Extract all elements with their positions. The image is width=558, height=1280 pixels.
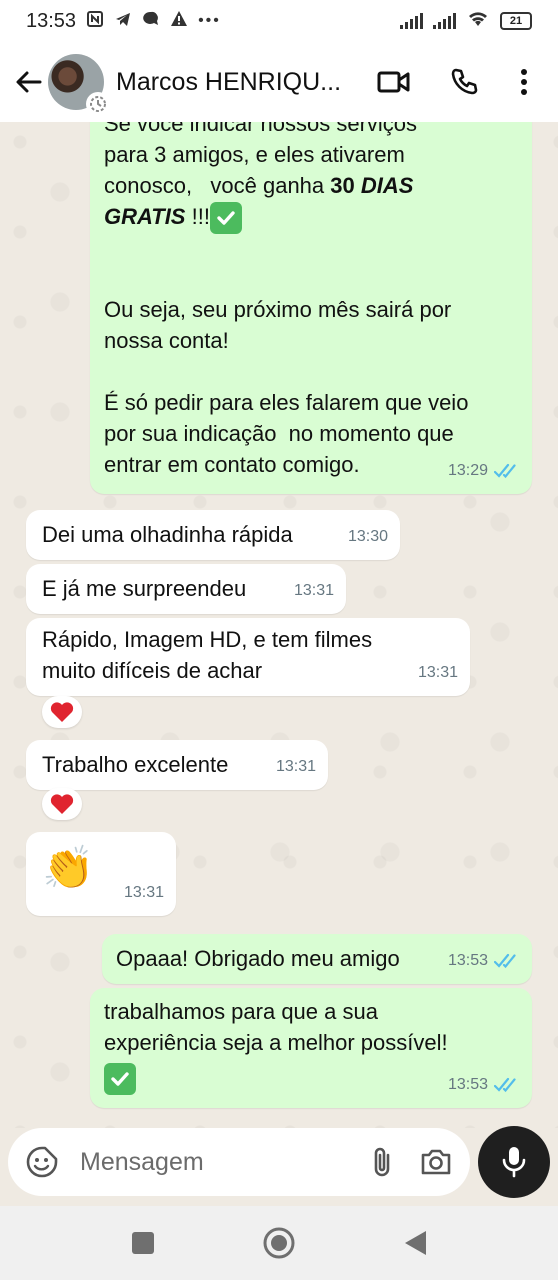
wifi-icon <box>466 9 490 33</box>
emoji-sticker-button[interactable] <box>22 1142 62 1182</box>
reaction-heart[interactable] <box>42 696 82 728</box>
heart-icon <box>50 702 74 722</box>
message-time: 13:53 <box>447 952 488 969</box>
back-nav-button[interactable] <box>393 1221 437 1265</box>
line-5: Ou seja, seu próximo mês sairá por <box>104 297 452 322</box>
more-vert-icon <box>521 69 527 95</box>
message-composer[interactable]: Mensagem <box>8 1128 470 1196</box>
system-navigation-bar <box>0 1206 558 1280</box>
camera-icon <box>421 1149 451 1175</box>
read-receipt-icon <box>494 953 520 969</box>
message-bubble-incoming[interactable]: Dei uma olhadinha rápida 13:30 <box>26 510 400 560</box>
back-arrow-icon <box>16 71 42 93</box>
line-10: entrar em contato comigo. <box>104 452 360 477</box>
check-mark-emoji-icon <box>104 1063 136 1096</box>
message-meta: 13:30 <box>348 521 388 552</box>
circle-icon <box>263 1227 295 1259</box>
message-bubble-incoming[interactable]: Trabalho excelente 13:31 <box>26 740 328 790</box>
triangle-back-icon <box>405 1231 426 1255</box>
message-time: 13:31 <box>293 582 334 599</box>
message-text: trabalhamos para que a sua experiência s… <box>104 999 448 1055</box>
microphone-icon <box>502 1147 526 1178</box>
message-bubble-outgoing[interactable]: Se você indicar nossos serviços para 3 a… <box>90 122 532 494</box>
message-text: Dei uma olhadinha rápida <box>42 522 293 547</box>
message-time: 13:31 <box>275 758 316 775</box>
message-time: 13:31 <box>417 664 458 681</box>
line-6: nossa conta! <box>104 328 229 353</box>
reaction-heart[interactable] <box>42 788 82 820</box>
line-4: GRATIS !!! <box>104 201 417 235</box>
voice-call-button[interactable] <box>442 60 486 104</box>
video-call-button[interactable] <box>372 60 416 104</box>
menu-button[interactable] <box>512 60 536 104</box>
message-meta: 13:31 <box>124 877 164 908</box>
avatar[interactable] <box>48 54 110 116</box>
line-2: para 3 amigos, e eles ativarem <box>104 142 405 167</box>
sticker-icon <box>26 1146 58 1178</box>
chat-header: Marcos HENRIQU... <box>0 42 558 122</box>
phone-icon <box>451 68 478 95</box>
message-text-part1: Se você indicar nossos serviços para 3 a… <box>104 122 418 235</box>
chat-notification-icon <box>142 10 160 33</box>
chat-area[interactable]: Se você indicar nossos serviços para 3 a… <box>0 122 558 1128</box>
message-meta: 13:31 <box>294 575 334 606</box>
back-button[interactable] <box>4 58 52 106</box>
cell-signal-2-icon <box>433 13 456 29</box>
warning-icon <box>170 10 188 33</box>
message-bubble-incoming[interactable]: Rápido, Imagem HD, e tem filmes muito di… <box>26 618 470 696</box>
home-button[interactable] <box>257 1221 301 1265</box>
message-time: 13:29 <box>447 462 488 479</box>
video-camera-icon <box>377 71 410 93</box>
line-7 <box>104 356 468 387</box>
message-meta: 13:31 <box>418 657 458 688</box>
cell-signal-icon <box>400 13 423 29</box>
line-1: Se você indicar nossos serviços <box>104 122 418 136</box>
square-icon <box>132 1232 154 1254</box>
check-mark-emoji-icon <box>209 202 242 235</box>
message-time: 13:31 <box>123 884 164 901</box>
message-bubble-incoming[interactable]: E já me surpreendeu 13:31 <box>26 564 346 614</box>
more-notifications-icon: ••• <box>198 12 221 29</box>
message-text-part2: Ou seja, seu próximo mês sairá por nossa… <box>104 294 468 480</box>
message-time: 13:53 <box>447 1076 488 1093</box>
line-8: É só pedir para eles falarem que veio <box>104 390 469 415</box>
message-time: 13:30 <box>347 528 388 545</box>
line-3: conosco, você ganha 30 DIAS <box>104 173 414 198</box>
message-text: E já me surpreendeu <box>42 576 247 601</box>
message-meta: 13:53 <box>448 945 520 976</box>
heart-icon <box>50 794 74 814</box>
message-text: Rápido, Imagem HD, e tem filmes muito di… <box>42 627 373 683</box>
paperclip-icon <box>374 1147 390 1177</box>
battery-icon: 21 <box>500 12 532 30</box>
contact-name[interactable]: Marcos HENRIQU... <box>116 68 344 97</box>
nfc-icon <box>86 10 104 33</box>
telegram-icon <box>114 10 132 33</box>
camera-button[interactable] <box>416 1142 456 1182</box>
recents-button[interactable] <box>121 1221 165 1265</box>
message-meta: 13:53 <box>448 1069 520 1100</box>
attach-button[interactable] <box>362 1142 402 1182</box>
message-meta: 13:29 <box>448 455 520 486</box>
status-bar: 13:53 ••• 21 <box>0 0 558 42</box>
line-9: por sua indicação no momento que <box>104 421 454 446</box>
clapping-hands-emoji-icon: 👏 <box>42 844 95 891</box>
message-meta: 13:31 <box>276 751 316 782</box>
status-time: 13:53 <box>26 9 77 32</box>
message-input[interactable]: Mensagem <box>80 1148 348 1177</box>
message-text: Trabalho excelente <box>42 752 229 777</box>
message-bubble-outgoing[interactable]: trabalhamos para que a sua experiência s… <box>90 988 532 1108</box>
read-receipt-icon <box>494 463 520 479</box>
voice-record-button[interactable] <box>478 1126 550 1198</box>
read-receipt-icon <box>494 1077 520 1093</box>
status-ring-icon <box>86 92 110 116</box>
message-bubble-incoming[interactable]: 👏 13:31 <box>26 832 176 916</box>
message-bubble-outgoing[interactable]: Opaaa! Obrigado meu amigo 13:53 <box>102 934 532 984</box>
